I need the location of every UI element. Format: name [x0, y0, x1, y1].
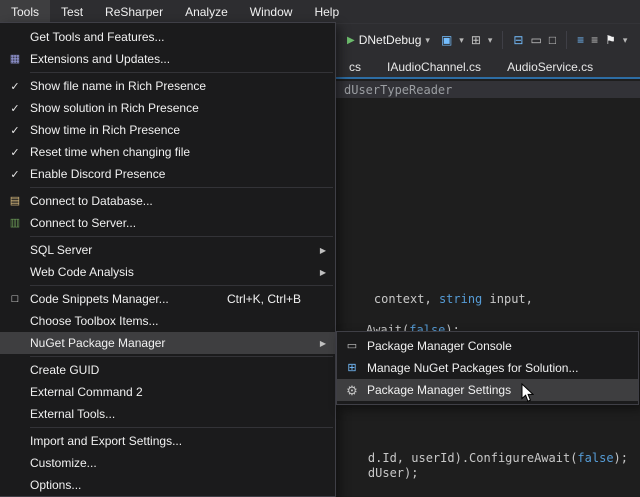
new-item-icon[interactable]: ⊟ — [513, 34, 523, 46]
menu-item-connect-to-server[interactable]: ▥ Connect to Server... — [0, 212, 335, 234]
menu-separator — [30, 236, 333, 237]
code-snippets-icon: □ — [12, 294, 19, 305]
submenu-item-manage-nuget-packages[interactable]: ⊞ Manage NuGet Packages for Solution... — [337, 357, 638, 379]
menu-item-connect-to-database[interactable]: ▤ Connect to Database... — [0, 190, 335, 212]
menubar-item-tools[interactable]: Tools — [0, 0, 50, 23]
submenu-item-package-manager-console[interactable]: ▭ Package Manager Console — [337, 335, 638, 357]
menu-item-get-tools-and-features[interactable]: Get Tools and Features... — [0, 26, 335, 48]
tab-iaudiochannel[interactable]: IAudioChannel.cs — [374, 60, 494, 74]
menu-item-web-code-analysis[interactable]: Web Code Analysis ▶ — [0, 261, 335, 283]
code-line: se); — [339, 484, 397, 497]
submenu-item-package-manager-settings[interactable]: ⚙ Package Manager Settings — [337, 379, 638, 401]
chevron-down-icon[interactable]: ▾ — [488, 35, 493, 46]
menu-separator — [30, 356, 333, 357]
menu-item-gutter: ✓ — [0, 80, 30, 93]
gear-icon: ⚙ — [346, 384, 358, 397]
indent-increase-icon[interactable]: ≡ — [591, 34, 598, 46]
start-debug-button[interactable]: ▶ DNetDebug ▾ — [343, 31, 434, 49]
menubar-item-help[interactable]: Help — [303, 0, 350, 23]
menu-item-create-guid[interactable]: Create GUID — [0, 359, 335, 381]
mouse-cursor-icon — [521, 383, 534, 403]
cascade-window-icon[interactable]: □ — [549, 34, 556, 46]
indent-decrease-icon[interactable]: ≡ — [577, 34, 584, 46]
nuget-package-manager-submenu: ▭ Package Manager Console ⊞ Manage NuGet… — [336, 331, 639, 405]
menu-item-gutter: □ — [0, 294, 30, 305]
menu-item-external-command-2[interactable]: External Command 2 — [0, 381, 335, 403]
submenu-arrow-icon: ▶ — [320, 268, 326, 277]
editor-navigation-band: dUserTypeReader — [336, 81, 640, 98]
menubar-item-resharper[interactable]: ReSharper — [94, 0, 174, 23]
menu-separator — [30, 72, 333, 73]
menu-item-gutter: ✓ — [0, 168, 30, 181]
play-icon: ▶ — [347, 35, 355, 46]
toolbar-separator — [566, 31, 567, 49]
submenu-arrow-icon: ▶ — [320, 339, 326, 348]
checkmark-icon: ✓ — [10, 124, 19, 137]
column-layout-icon[interactable]: ⊞ — [471, 34, 481, 46]
menubar-item-analyze[interactable]: Analyze — [174, 0, 239, 23]
bookmark-icon[interactable]: ⚑ — [605, 34, 616, 46]
document-tabstrip: cs IAudioChannel.cs AudioService.cs — [336, 56, 640, 79]
menu-separator — [30, 427, 333, 428]
menubar: Tools Test ReSharper Analyze Window Help — [0, 0, 640, 23]
debug-target-label: DNetDebug — [359, 33, 422, 47]
menu-item-code-snippets-manager[interactable]: □ Code Snippets Manager... Ctrl+K, Ctrl+… — [0, 288, 335, 310]
checkmark-icon: ✓ — [10, 80, 19, 93]
packages-icon: ⊞ — [347, 363, 356, 374]
menu-item-customize[interactable]: Customize... — [0, 452, 335, 474]
menu-item-sql-server[interactable]: SQL Server ▶ — [0, 239, 335, 261]
menu-item-gutter: ▭ — [337, 341, 367, 352]
menubar-item-test[interactable]: Test — [50, 0, 94, 23]
menu-item-options[interactable]: Options... — [0, 474, 335, 496]
menu-separator — [30, 187, 333, 188]
chevron-down-icon[interactable]: ▾ — [623, 35, 628, 46]
tools-menu: Get Tools and Features... ▦ Extensions a… — [0, 22, 336, 497]
menu-item-nuget-package-manager[interactable]: NuGet Package Manager ▶ — [0, 332, 335, 354]
toolbar-separator — [502, 31, 503, 49]
connect-server-icon: ▥ — [10, 218, 20, 229]
tab-audioservice[interactable]: AudioService.cs — [494, 60, 606, 74]
menu-item-gutter: ✓ — [0, 146, 30, 159]
menu-item-import-export-settings[interactable]: Import and Export Settings... — [0, 430, 335, 452]
menu-item-external-tools[interactable]: External Tools... — [0, 403, 335, 425]
console-icon: ▭ — [347, 341, 357, 352]
menu-item-gutter: ▦ — [0, 54, 30, 65]
menu-item-extensions-and-updates[interactable]: ▦ Extensions and Updates... — [0, 48, 335, 70]
chevron-down-icon[interactable]: ▾ — [459, 35, 464, 46]
menu-item-choose-toolbox-items[interactable]: Choose Toolbox Items... — [0, 310, 335, 332]
extensions-icon: ▦ — [10, 54, 20, 65]
menu-item-shortcut: Ctrl+K, Ctrl+B — [227, 292, 335, 306]
menu-item-reset-time-when-changing-file[interactable]: ✓ Reset time when changing file — [0, 141, 335, 163]
tab-partial[interactable]: cs — [336, 60, 374, 74]
visual-studio-window: Tools Test ReSharper Analyze Window Help… — [0, 0, 640, 497]
menu-item-gutter: ⊞ — [337, 363, 367, 374]
new-window-icon[interactable]: ▭ — [530, 34, 541, 46]
nav-type-fragment: dUserTypeReader — [344, 83, 452, 97]
checkmark-icon: ✓ — [10, 102, 19, 115]
checkmark-icon: ✓ — [10, 146, 19, 159]
checkmark-icon: ✓ — [10, 168, 19, 181]
menubar-item-window[interactable]: Window — [239, 0, 304, 23]
submenu-arrow-icon: ▶ — [320, 246, 326, 255]
chevron-down-icon: ▾ — [425, 35, 430, 46]
menu-item-gutter: ✓ — [0, 102, 30, 115]
connect-database-icon: ▤ — [10, 196, 20, 207]
menu-item-gutter: ✓ — [0, 124, 30, 137]
menu-item-gutter: ▤ — [0, 196, 30, 207]
menu-item-show-time-rich-presence[interactable]: ✓ Show time in Rich Presence — [0, 119, 335, 141]
menu-item-show-solution-rich-presence[interactable]: ✓ Show solution in Rich Presence — [0, 97, 335, 119]
menu-separator — [30, 285, 333, 286]
menu-item-show-file-name-rich-presence[interactable]: ✓ Show file name in Rich Presence — [0, 75, 335, 97]
menu-item-enable-discord-presence[interactable]: ✓ Enable Discord Presence — [0, 163, 335, 185]
menu-item-gutter: ⚙ — [337, 384, 367, 397]
attach-process-icon[interactable]: ▣ — [441, 34, 452, 46]
menu-item-gutter: ▥ — [0, 218, 30, 229]
